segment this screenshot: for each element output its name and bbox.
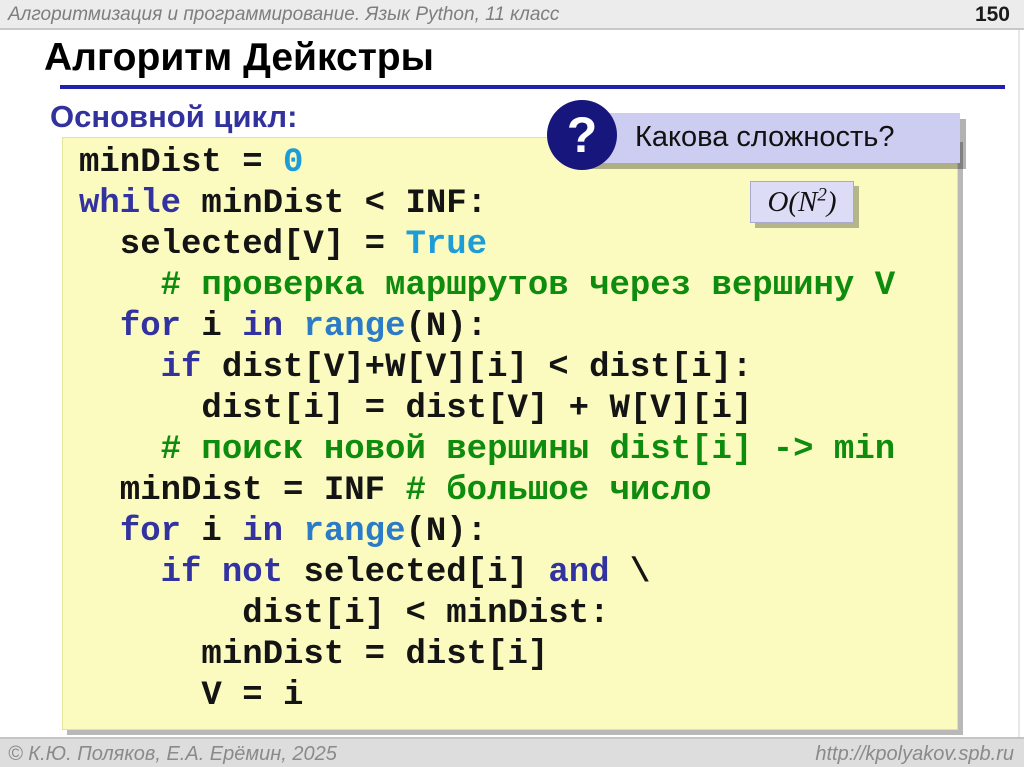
code-line: for i in range(N): — [119, 308, 488, 346]
code-panel: minDist = 0 while minDist < INF: selected… — [62, 137, 958, 730]
code-line: if dist[V]+W[V][i] < dist[i]: — [160, 349, 753, 387]
code-line: dist[i] < minDist: — [79, 595, 610, 633]
code-line: minDist = INF # большое число — [79, 472, 712, 510]
code-line: for i in range(N): — [119, 513, 488, 551]
complexity-box: O(N2) — [750, 181, 854, 223]
slide-footer-bar: © К.Ю. Поляков, Е.А. Ерёмин, 2025 http:/… — [0, 737, 1024, 767]
code-line: dist[i] = dist[V] + W[V][i] — [79, 390, 753, 428]
section-subtitle: Основной цикл: — [50, 99, 298, 134]
complexity-suffix: ) — [826, 185, 837, 218]
question-callout: Какова сложность? — [582, 113, 960, 163]
complexity-exponent: 2 — [817, 183, 827, 205]
code-line: V = i — [79, 677, 304, 715]
code-line: # поиск новой вершины dist[i] -> min — [79, 431, 896, 469]
code-line: selected[V] = True — [79, 226, 488, 264]
page-title: Алгоритм Дейкстры — [44, 36, 434, 79]
code-line: if not selected[i] and \ — [160, 554, 651, 592]
code-line: minDist = dist[i] — [79, 636, 549, 674]
slide-number: 150 — [974, 3, 1010, 26]
question-mark-icon: ? — [566, 107, 598, 163]
presentation-slide: Алгоритмизация и программирование. Язык … — [0, 0, 1024, 767]
title-underline-rule — [60, 85, 1005, 89]
slide-header-bar: Алгоритмизация и программирование. Язык … — [0, 0, 1024, 30]
complexity-formula: O(N2) — [767, 183, 837, 219]
website-link[interactable]: http://kpolyakov.spb.ru — [815, 743, 1014, 766]
copyright-text: © К.Ю. Поляков, Е.А. Ерёмин, 2025 — [8, 743, 337, 765]
code-block: minDist = 0 while minDist < INF: selected… — [79, 143, 895, 717]
right-edge-divider — [1018, 30, 1020, 737]
code-line: # проверка маршрутов через вершину V — [79, 267, 896, 305]
question-label: Какова сложность? — [635, 121, 895, 153]
course-title: Алгоритмизация и программирование. Язык … — [8, 4, 560, 25]
complexity-prefix: O(N — [767, 185, 818, 218]
question-badge: ? — [547, 100, 617, 170]
